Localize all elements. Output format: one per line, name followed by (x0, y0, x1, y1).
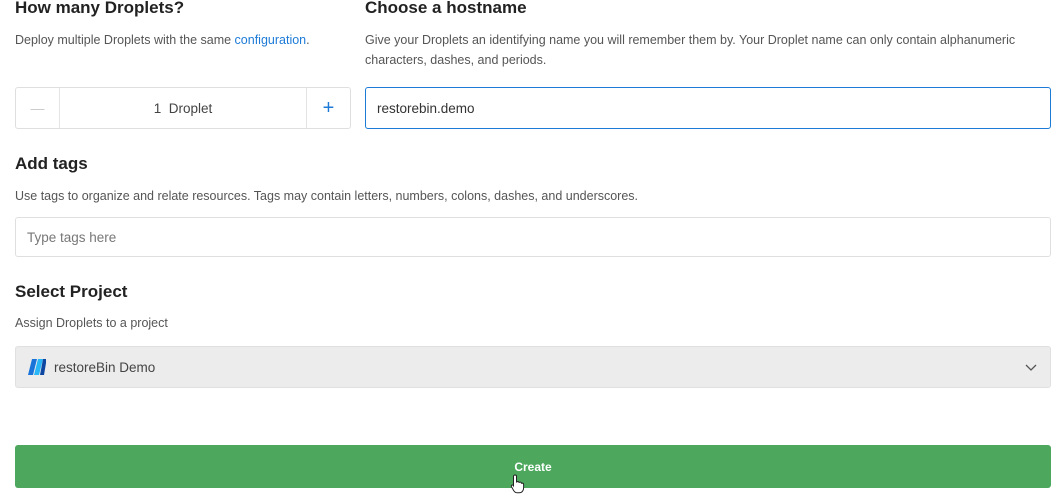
configuration-link[interactable]: configuration (235, 33, 307, 47)
project-selected-value: restoreBin Demo (54, 359, 156, 375)
droplets-desc-suffix: . (306, 33, 310, 47)
tags-title: Add tags (15, 154, 88, 173)
hostname-description: Give your Droplets an identifying name y… (365, 33, 1016, 67)
chevron-down-icon (1025, 364, 1037, 371)
plus-icon: + (322, 96, 335, 119)
project-description: Assign Droplets to a project (15, 316, 168, 330)
tags-input[interactable]: Type tags here (15, 217, 1051, 257)
droplets-description: Deploy multiple Droplets with the same c… (15, 30, 355, 50)
create-button[interactable]: Create (15, 445, 1051, 488)
tags-description: Use tags to organize and relate resource… (15, 189, 639, 203)
project-stripes-icon (28, 359, 46, 375)
decrement-button[interactable]: — (16, 88, 60, 128)
create-button-label: Create (514, 459, 552, 474)
minus-icon: — (30, 100, 45, 116)
hostname-input[interactable]: restorebin.demo (365, 87, 1051, 129)
hostname-value: restorebin.demo (377, 100, 475, 116)
hand-pointer-icon (510, 474, 525, 494)
droplet-quantity-stepper: — 1 Droplet + (15, 87, 351, 129)
project-title: Select Project (15, 282, 128, 301)
hostname-title: Choose a hostname (365, 0, 527, 17)
tags-placeholder: Type tags here (27, 229, 117, 245)
droplets-title: How many Droplets? (15, 0, 185, 17)
droplets-desc-text: Deploy multiple Droplets with the same (15, 33, 235, 47)
project-select[interactable]: restoreBin Demo (15, 346, 1051, 388)
increment-button[interactable]: + (306, 88, 350, 128)
droplet-count: 1 Droplet (153, 100, 213, 116)
